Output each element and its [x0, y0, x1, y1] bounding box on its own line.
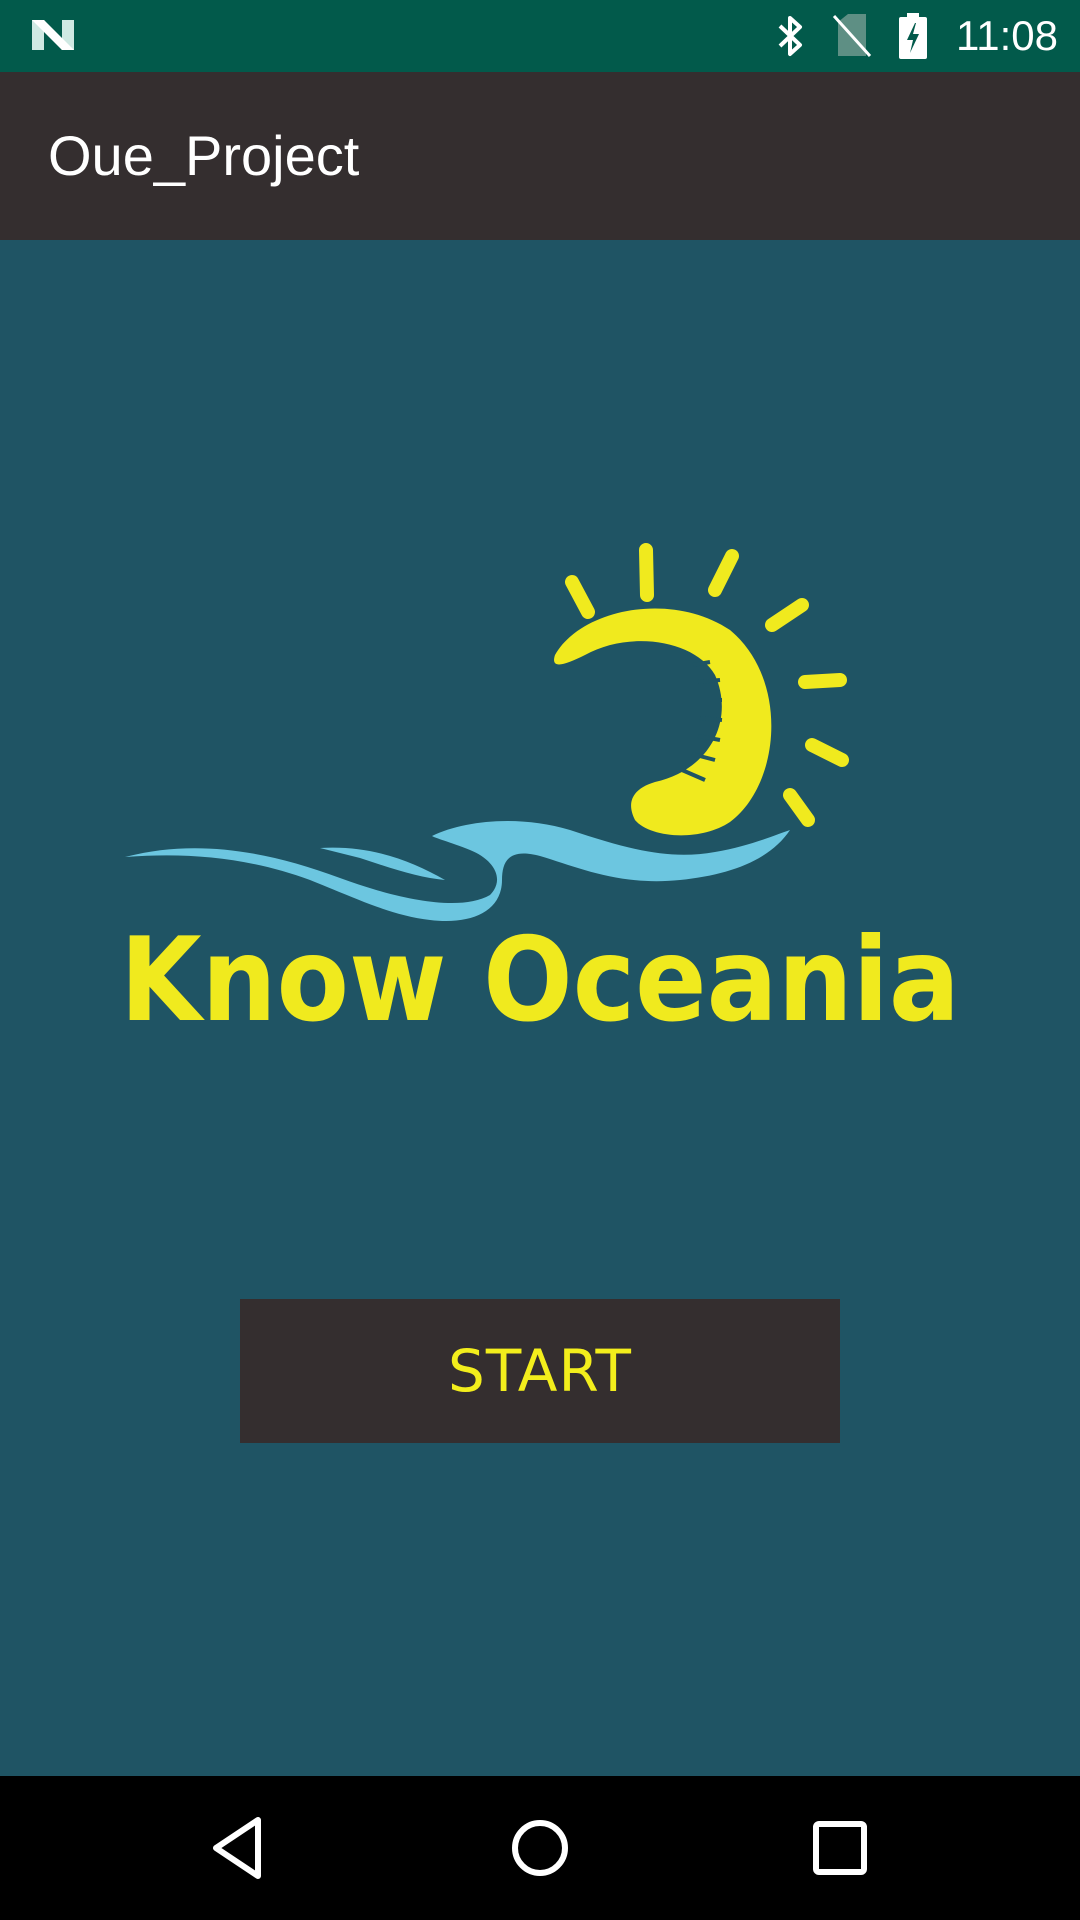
status-bar: 11:08: [0, 0, 1080, 72]
logo-text: Know Oceania: [120, 913, 960, 1030]
app-title: Oue_Project: [48, 124, 360, 187]
wave-icon: [125, 821, 790, 922]
no-sim-icon: [832, 14, 872, 58]
bluetooth-icon: [778, 16, 802, 56]
status-time: 11:08: [956, 12, 1058, 59]
navigation-bar: [0, 1776, 1080, 1920]
know-oceania-logo: Know Oceania: [120, 543, 960, 1030]
notification-n-icon: [32, 20, 74, 50]
recents-icon[interactable]: [806, 1814, 874, 1882]
sun-crescent: [554, 608, 772, 836]
battery-charging-icon: [899, 13, 927, 59]
main-content: Know Oceania START: [0, 240, 1080, 1776]
start-button[interactable]: START: [240, 1299, 840, 1443]
home-icon[interactable]: [506, 1814, 574, 1882]
status-icons: 11:08: [776, 0, 1058, 72]
back-icon[interactable]: [206, 1814, 274, 1882]
app-bar: Oue_Project: [0, 72, 1080, 240]
